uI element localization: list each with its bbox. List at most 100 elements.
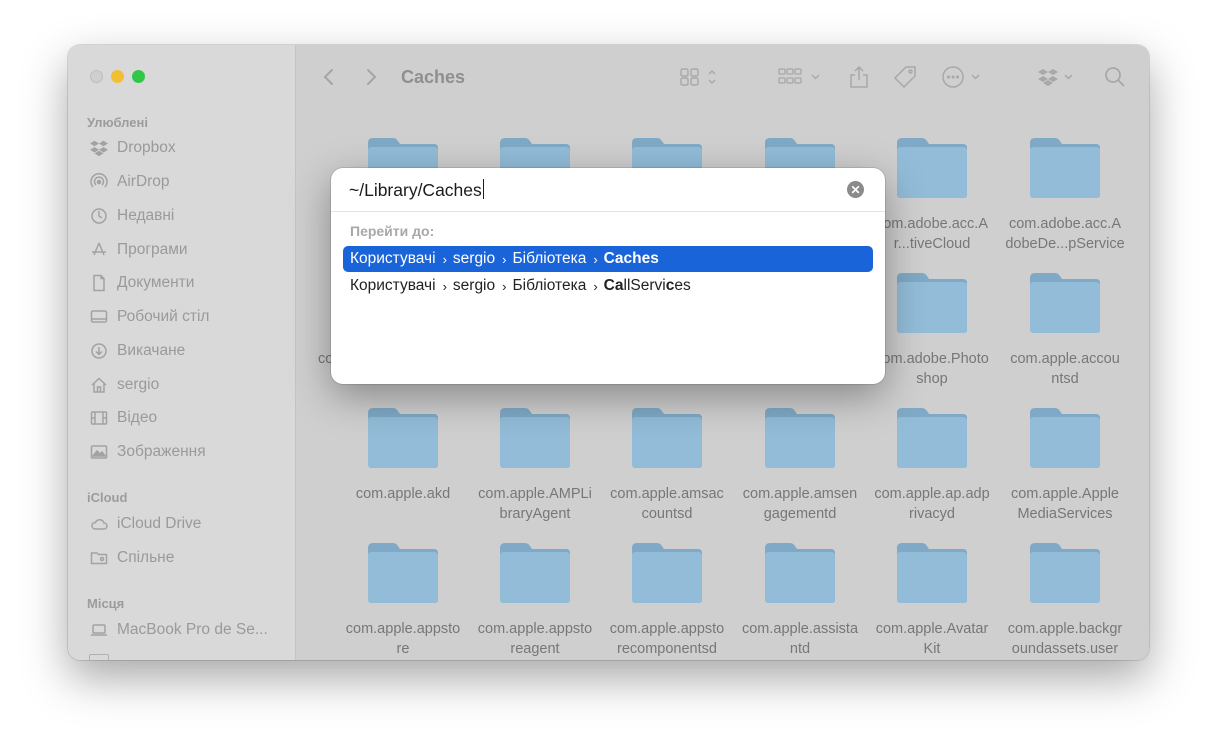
minimize-window-button[interactable]	[111, 70, 124, 83]
sidebar-item-desktop[interactable]: Робочий стіл	[89, 305, 209, 329]
folder-icon	[763, 540, 837, 604]
folder-icon	[895, 405, 969, 469]
film-icon	[89, 409, 109, 427]
sidebar-item-home[interactable]: sergio	[89, 373, 159, 397]
folder-label: com.apple.appsto recomponentsd	[609, 621, 725, 657]
path-segment: Бібліотека	[512, 277, 587, 294]
divider	[331, 211, 885, 212]
sidebar-item-pictures[interactable]: Зображення	[89, 440, 206, 464]
go-to-label: Перейти до:	[350, 223, 435, 239]
download-icon	[89, 342, 109, 360]
x-mark-icon: ✕	[850, 182, 861, 197]
suggestion-row-callservices[interactable]: Користувачі › sergio › Бібліотека › CallSer…	[343, 273, 873, 299]
group-button[interactable]	[778, 64, 824, 90]
tag-icon	[893, 66, 916, 89]
ellipsis-circle-icon	[942, 66, 980, 88]
folder-icon	[630, 405, 704, 469]
chevron-right-icon	[367, 69, 377, 85]
folder-icon	[1028, 135, 1102, 199]
path-segment: Бібліотека	[512, 250, 587, 267]
zoom-window-button[interactable]	[132, 70, 145, 83]
sidebar-item-recents[interactable]: Недавні	[89, 204, 174, 228]
folder-icon	[895, 135, 969, 199]
toolbar: Caches	[296, 45, 1149, 107]
dropbox-icon	[1038, 69, 1073, 86]
close-window-button[interactable]	[90, 70, 103, 83]
path-separator-icon: ›	[502, 251, 507, 267]
sidebar-item-documents[interactable]: Документи	[89, 271, 194, 295]
folder-icon	[1028, 270, 1102, 334]
dropbox-toolbar-button[interactable]	[1038, 64, 1078, 90]
cloud-icon	[89, 515, 109, 533]
sidebar-item-label: AirDrop	[117, 173, 170, 190]
search-button[interactable]	[1104, 64, 1126, 90]
sidebar-item-cutoff	[89, 652, 249, 660]
sidebar-item-dropbox[interactable]: Dropbox	[89, 136, 176, 160]
sidebar-item-shared[interactable]: Спільне	[89, 546, 174, 570]
folder-icon	[498, 540, 572, 604]
share-button[interactable]	[848, 64, 870, 90]
path-text: llServi	[623, 277, 666, 294]
folder-label: com.apple.amsac countsd	[610, 486, 724, 522]
folder-icon	[366, 405, 440, 469]
photo-icon	[89, 443, 109, 461]
back-button[interactable]	[322, 64, 336, 90]
folder-icon	[1028, 540, 1102, 604]
path-separator-icon: ›	[442, 251, 447, 267]
forward-button[interactable]	[364, 64, 378, 90]
sidebar-item-movies[interactable]: Відео	[89, 406, 157, 430]
folder-label: com.apple.accou ntsd	[1010, 351, 1120, 387]
sidebar-item-airdrop[interactable]: AirDrop	[89, 170, 170, 194]
path-text: es	[674, 277, 691, 294]
more-actions-button[interactable]	[941, 64, 985, 90]
window-title: Caches	[401, 67, 466, 87]
folder-label: com.apple.backgr oundassets.user	[1007, 621, 1123, 657]
chevron-left-icon	[323, 69, 333, 85]
folder-label: com.apple.amsen gagementd	[742, 486, 858, 522]
dropbox-icon	[89, 139, 109, 157]
home-icon	[89, 376, 109, 394]
folder-label: com.apple.AMPLi braryAgent	[478, 486, 592, 522]
folder-label: com.apple.Avatar Kit	[875, 621, 989, 657]
sidebar-item-label: Документи	[117, 274, 195, 291]
path-input[interactable]: ~/Library/Caches	[349, 178, 829, 202]
folder-label: com.apple.appsto reagent	[477, 621, 593, 657]
path-segment: Користувачі	[350, 250, 436, 267]
group-grid-icon	[778, 68, 820, 84]
path-segment-last: CallServices	[604, 277, 691, 295]
path-input-value: ~/Library/Caches	[349, 180, 482, 200]
folder-label: com.apple.Apple MediaServices	[1010, 486, 1119, 522]
sidebar-item-applications[interactable]: Програми	[89, 238, 188, 262]
go-to-folder-dialog: ~/Library/Caches ✕ Перейти до: Користува…	[331, 168, 885, 384]
folder-label: com.adobe.acc.A dobeDe...pService	[1005, 216, 1125, 252]
folder-icon	[630, 540, 704, 604]
sidebar-item-icloud-drive[interactable]: iCloud Drive	[89, 512, 201, 536]
locations-section-title: Місця	[87, 596, 125, 611]
sidebar-item-label: sergio	[117, 376, 160, 393]
path-segment-match: Caches	[603, 250, 659, 267]
apps-icon	[89, 241, 109, 259]
sidebar-item-label: Спільне	[117, 549, 175, 566]
sidebar-item-label: Програми	[117, 241, 188, 258]
tag-button[interactable]	[893, 64, 919, 90]
sidebar-item-label: Викачане	[117, 342, 186, 359]
desktop-icon	[89, 308, 109, 326]
view-mode-button[interactable]	[680, 64, 724, 90]
path-separator-icon: ›	[502, 278, 507, 294]
sidebar-item-downloads[interactable]: Викачане	[89, 339, 185, 363]
document-icon	[89, 274, 109, 292]
folder-icon	[895, 540, 969, 604]
path-segment: Користувачі	[350, 277, 436, 294]
sidebar-item-label: Робочий стіл	[117, 308, 210, 325]
clock-icon	[89, 207, 109, 225]
suggestion-row-caches[interactable]: Користувачі › sergio › Бібліотека › Caches	[343, 246, 873, 272]
sidebar-item-macbook[interactable]: MacBook Pro de Se...	[89, 618, 268, 642]
folder-icon	[366, 540, 440, 604]
sidebar-item-label: Відео	[117, 409, 158, 426]
text-caret	[482, 179, 484, 199]
shared-folder-icon	[89, 549, 109, 567]
clear-input-button[interactable]: ✕	[847, 181, 864, 198]
sidebar-item-label: MacBook Pro de Se...	[117, 621, 268, 638]
path-segment: sergio	[452, 250, 496, 267]
folder-icon	[895, 270, 969, 334]
